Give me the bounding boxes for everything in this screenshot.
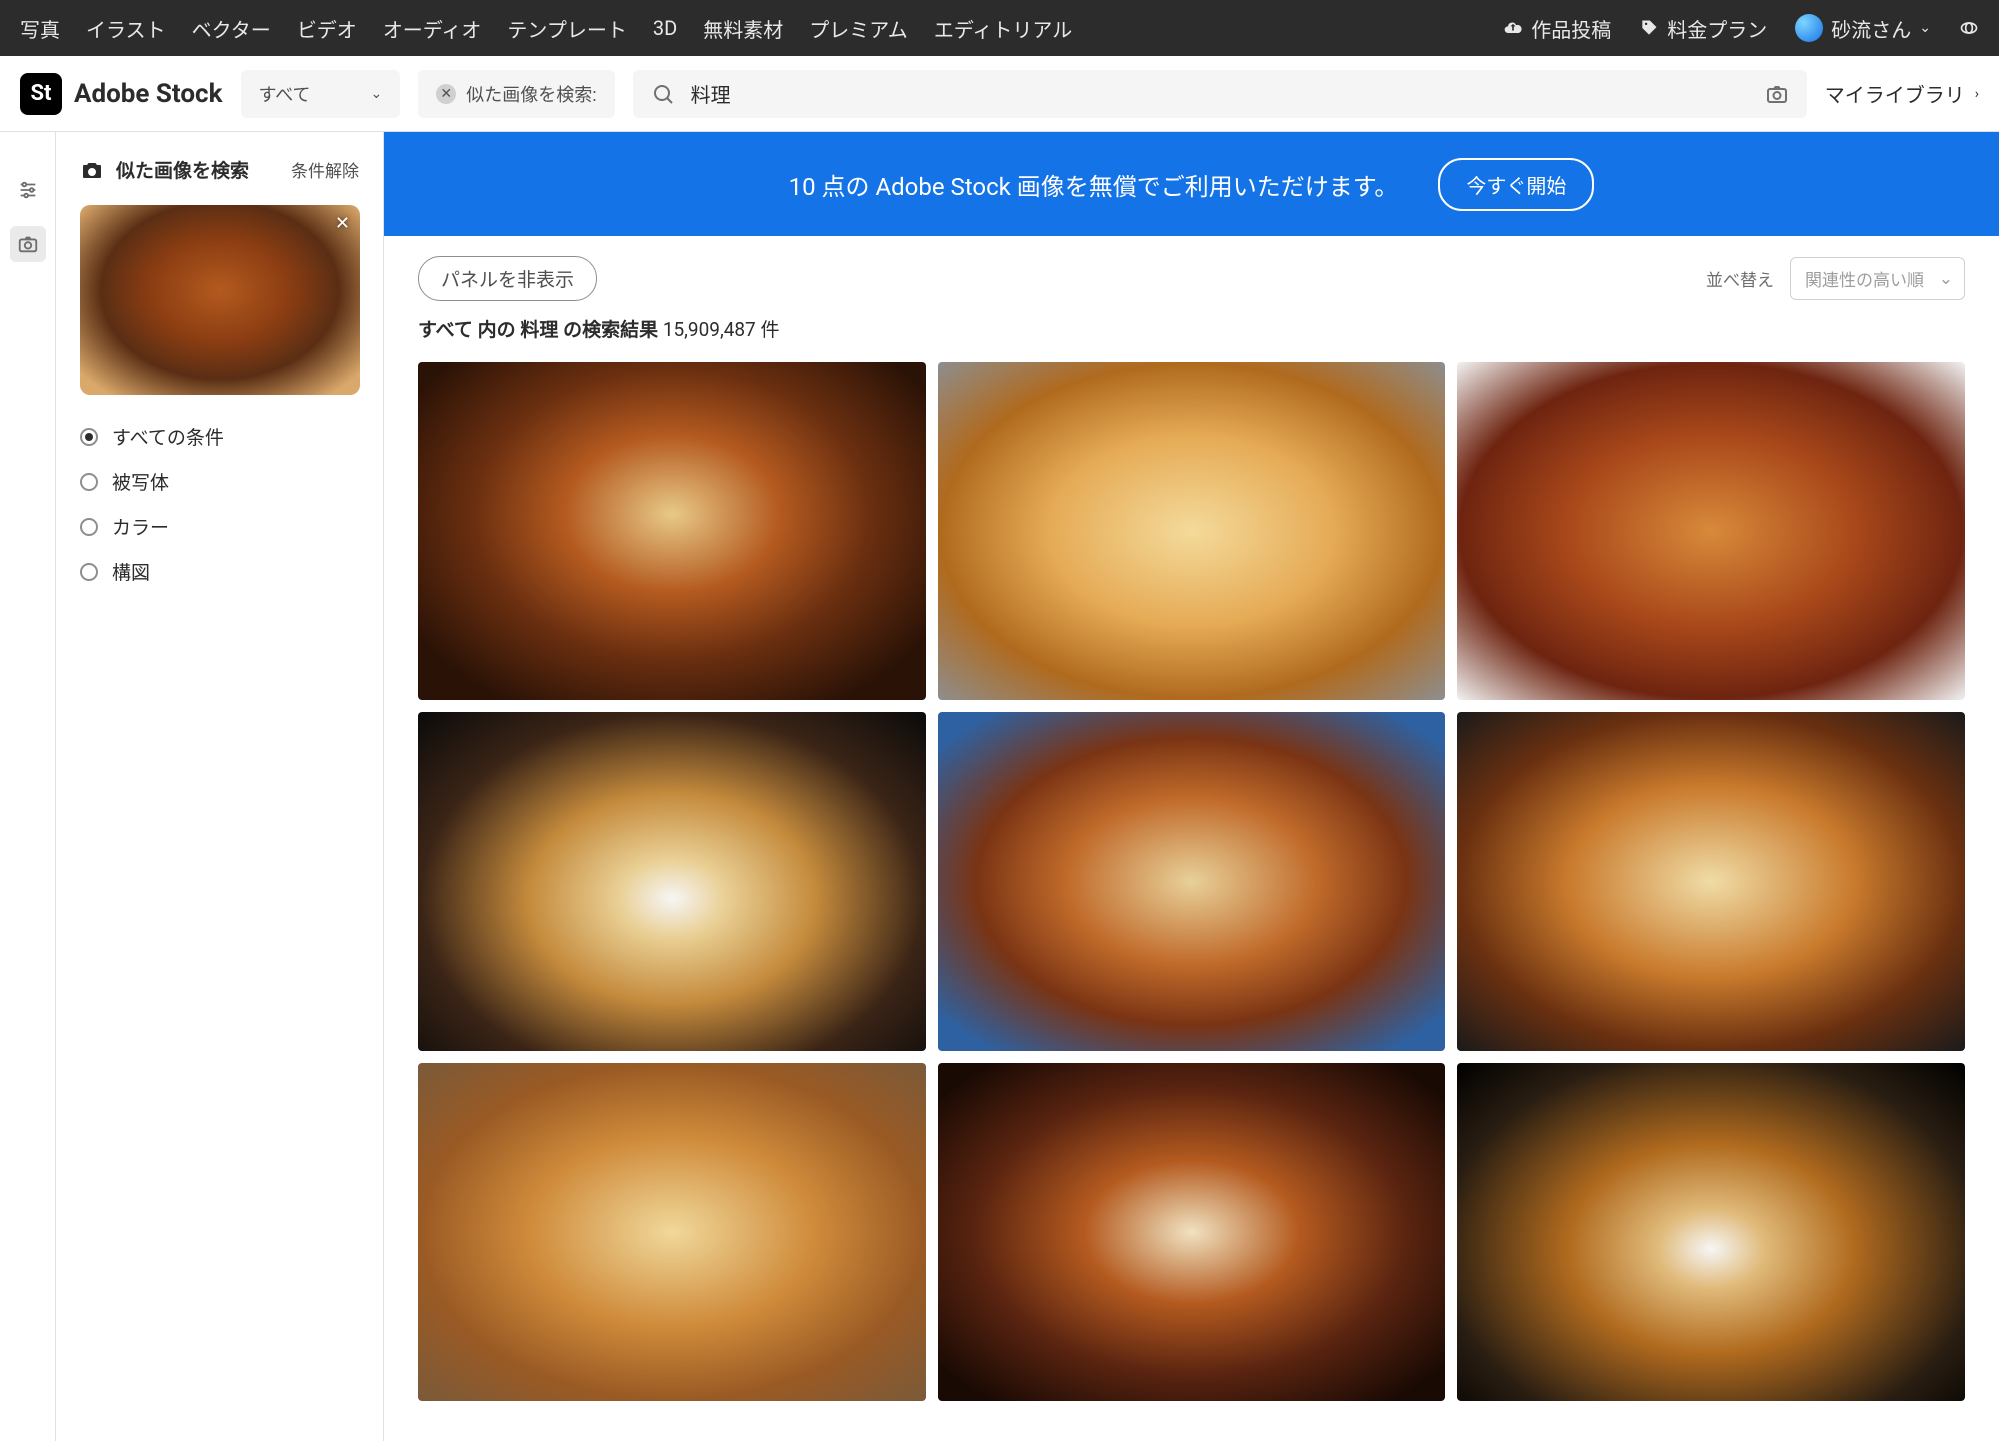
remove-similar-button[interactable]: ✕ bbox=[436, 84, 456, 104]
tool-rail bbox=[0, 132, 56, 1441]
option-all[interactable]: すべての条件 bbox=[80, 423, 359, 450]
nav-vectors[interactable]: ベクター bbox=[192, 14, 271, 43]
reference-image[interactable]: ✕ bbox=[80, 205, 360, 395]
logo-text: Adobe Stock bbox=[74, 79, 223, 109]
similar-image-label: 似た画像を検索: bbox=[466, 81, 596, 107]
header-bar: St Adobe Stock すべて ⌄ ✕ 似た画像を検索: マイライブラリ … bbox=[0, 56, 1999, 132]
banner-text: 10 点の Adobe Stock 画像を無償でご利用いただけます。 bbox=[789, 167, 1399, 202]
camera-icon[interactable] bbox=[1765, 82, 1789, 106]
result-thumb[interactable] bbox=[418, 1063, 926, 1401]
radio-icon bbox=[80, 518, 98, 536]
result-thumb[interactable] bbox=[938, 712, 1446, 1050]
sidebar-title-text: 似た画像を検索 bbox=[116, 156, 249, 183]
body-layout: 似た画像を検索 条件解除 ✕ すべての条件 被写体 カラー 構図 bbox=[0, 132, 1999, 1441]
result-thumb[interactable] bbox=[1457, 712, 1965, 1050]
remove-reference-button[interactable]: ✕ bbox=[335, 213, 350, 234]
sort-value: 関連性の高い順 bbox=[1790, 257, 1965, 300]
option-label: カラー bbox=[112, 513, 169, 540]
cloud-upload-icon bbox=[1503, 18, 1523, 38]
result-thumb[interactable] bbox=[1457, 362, 1965, 700]
result-thumb[interactable] bbox=[938, 362, 1446, 700]
nav-photos[interactable]: 写真 bbox=[20, 14, 60, 43]
visual-search-button[interactable] bbox=[10, 226, 46, 262]
results-number: 15,909,487 bbox=[663, 318, 756, 341]
results-controls: パネルを非表示 並べ替え 関連性の高い順 ⌄ bbox=[384, 236, 1999, 311]
pricing-label: 料金プラン bbox=[1667, 14, 1767, 43]
my-library-label: マイライブラリ bbox=[1825, 79, 1965, 108]
option-subject[interactable]: 被写体 bbox=[80, 468, 359, 495]
nav-3d[interactable]: 3D bbox=[653, 16, 677, 40]
radio-icon bbox=[80, 563, 98, 581]
nav-video[interactable]: ビデオ bbox=[297, 14, 357, 43]
nav-premium[interactable]: プレミアム bbox=[809, 14, 908, 43]
results-term: 料理 bbox=[520, 318, 558, 341]
result-thumb[interactable] bbox=[1457, 1063, 1965, 1401]
upload-link[interactable]: 作品投稿 bbox=[1503, 14, 1611, 43]
camera-icon bbox=[17, 233, 39, 255]
results-suffix: 件 bbox=[760, 318, 779, 341]
clear-filters-button[interactable]: 条件解除 bbox=[291, 157, 359, 182]
sort-controls: 並べ替え 関連性の高い順 ⌄ bbox=[1706, 257, 1965, 300]
main-column: 10 点の Adobe Stock 画像を無償でご利用いただけます。 今すぐ開始… bbox=[384, 132, 1999, 1441]
result-thumb[interactable] bbox=[418, 712, 926, 1050]
sidebar-header: 似た画像を検索 条件解除 bbox=[80, 156, 359, 183]
logo[interactable]: St Adobe Stock bbox=[20, 73, 223, 115]
sidebar-title: 似た画像を検索 bbox=[80, 156, 249, 183]
radio-icon bbox=[80, 473, 98, 491]
user-name: 砂流さん bbox=[1831, 14, 1911, 43]
global-nav-right: 作品投稿 料金プラン 砂流さん ⌄ bbox=[1503, 14, 1979, 43]
option-label: 被写体 bbox=[112, 468, 169, 495]
search-input[interactable] bbox=[691, 82, 1749, 105]
avatar bbox=[1795, 14, 1823, 42]
promo-banner: 10 点の Adobe Stock 画像を無償でご利用いただけます。 今すぐ開始 bbox=[384, 132, 1999, 236]
sliders-icon bbox=[17, 179, 39, 201]
chevron-down-icon: ⌄ bbox=[1919, 20, 1931, 36]
results-grid bbox=[384, 362, 1999, 1441]
results-count: すべて 内の 料理 の検索結果 15,909,487 件 bbox=[384, 311, 1999, 362]
search-scope-value: すべて bbox=[259, 81, 311, 107]
option-label: 構図 bbox=[112, 558, 150, 585]
option-composition[interactable]: 構図 bbox=[80, 558, 359, 585]
result-thumb[interactable] bbox=[418, 362, 926, 700]
logo-mark: St bbox=[20, 73, 62, 115]
global-nav: 写真 イラスト ベクター ビデオ オーディオ テンプレート 3D 無料素材 プレ… bbox=[0, 0, 1999, 56]
option-label: すべての条件 bbox=[112, 423, 224, 450]
tag-icon bbox=[1639, 18, 1659, 38]
nav-free[interactable]: 無料素材 bbox=[703, 14, 783, 43]
user-menu[interactable]: 砂流さん ⌄ bbox=[1795, 14, 1931, 43]
camera-icon bbox=[80, 158, 104, 182]
global-nav-left: 写真 イラスト ベクター ビデオ オーディオ テンプレート 3D 無料素材 プレ… bbox=[20, 14, 1072, 43]
sidebar: 似た画像を検索 条件解除 ✕ すべての条件 被写体 カラー 構図 bbox=[56, 132, 384, 1441]
creative-cloud-icon bbox=[1959, 18, 1979, 38]
nav-editorial[interactable]: エディトリアル bbox=[934, 14, 1072, 43]
search-box bbox=[633, 70, 1807, 118]
upload-label: 作品投稿 bbox=[1531, 14, 1611, 43]
similarity-options: すべての条件 被写体 カラー 構図 bbox=[80, 423, 359, 585]
sort-label: 並べ替え bbox=[1706, 266, 1774, 291]
search-icon bbox=[651, 82, 675, 106]
chevron-down-icon: ⌄ bbox=[371, 86, 383, 102]
similar-image-chip: ✕ 似た画像を検索: bbox=[418, 70, 614, 118]
nav-audio[interactable]: オーディオ bbox=[383, 14, 482, 43]
results-mid: の検索結果 bbox=[563, 318, 658, 341]
nav-illustrations[interactable]: イラスト bbox=[86, 14, 166, 43]
filters-button[interactable] bbox=[10, 172, 46, 208]
sort-dropdown[interactable]: 関連性の高い順 ⌄ bbox=[1790, 257, 1965, 300]
chevron-right-icon: › bbox=[1975, 86, 1979, 102]
radio-icon bbox=[80, 428, 98, 446]
option-color[interactable]: カラー bbox=[80, 513, 359, 540]
my-library-link[interactable]: マイライブラリ › bbox=[1825, 79, 1979, 108]
search-scope-dropdown[interactable]: すべて ⌄ bbox=[241, 70, 401, 118]
nav-templates[interactable]: テンプレート bbox=[507, 14, 626, 43]
results-prefix: すべて 内の bbox=[418, 318, 516, 341]
hide-panel-button[interactable]: パネルを非表示 bbox=[418, 256, 597, 301]
result-thumb[interactable] bbox=[938, 1063, 1446, 1401]
banner-cta-button[interactable]: 今すぐ開始 bbox=[1438, 158, 1594, 211]
pricing-link[interactable]: 料金プラン bbox=[1639, 14, 1767, 43]
cc-apps-icon[interactable] bbox=[1959, 18, 1979, 38]
